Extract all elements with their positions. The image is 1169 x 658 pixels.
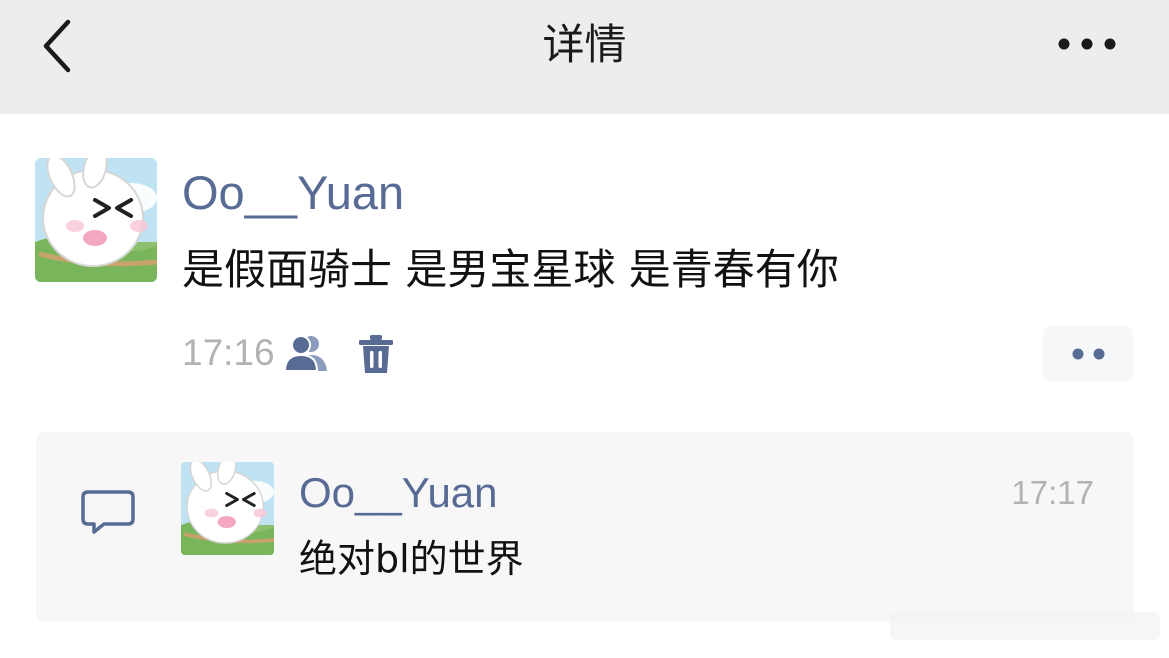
- post-author-name[interactable]: Oo__Yuan: [182, 163, 404, 223]
- avatar-image: [35, 158, 157, 282]
- post-author-avatar[interactable]: [35, 158, 157, 282]
- two-dots-icon: [1072, 348, 1105, 360]
- comment-text[interactable]: 绝对bl的世界: [299, 532, 524, 586]
- trash-icon[interactable]: [356, 333, 396, 375]
- people-icon[interactable]: [283, 333, 331, 373]
- page-title: 详情: [542, 20, 627, 69]
- more-horizontal-icon: [1058, 38, 1116, 50]
- comment-timestamp: 17:17: [1011, 474, 1094, 511]
- comment-author-avatar[interactable]: [181, 462, 274, 555]
- watermark: [890, 606, 1160, 646]
- comment-author-name[interactable]: Oo__Yuan: [299, 466, 498, 520]
- more-button[interactable]: [1050, 22, 1130, 66]
- avatar-image: [181, 462, 274, 555]
- navigation-bar: 详情: [0, 0, 1169, 114]
- post-action-button[interactable]: [1043, 326, 1133, 382]
- post-timestamp: 17:16: [182, 332, 275, 373]
- post-content: 是假面骑士 是男宝星球 是青春有你: [182, 245, 839, 294]
- comment-bubble-icon: [80, 488, 136, 536]
- moment-detail-page: 详情 Oo__Yuan 是假面骑士 是男宝星球 是青春有你 17:16 Oo__…: [0, 0, 1169, 658]
